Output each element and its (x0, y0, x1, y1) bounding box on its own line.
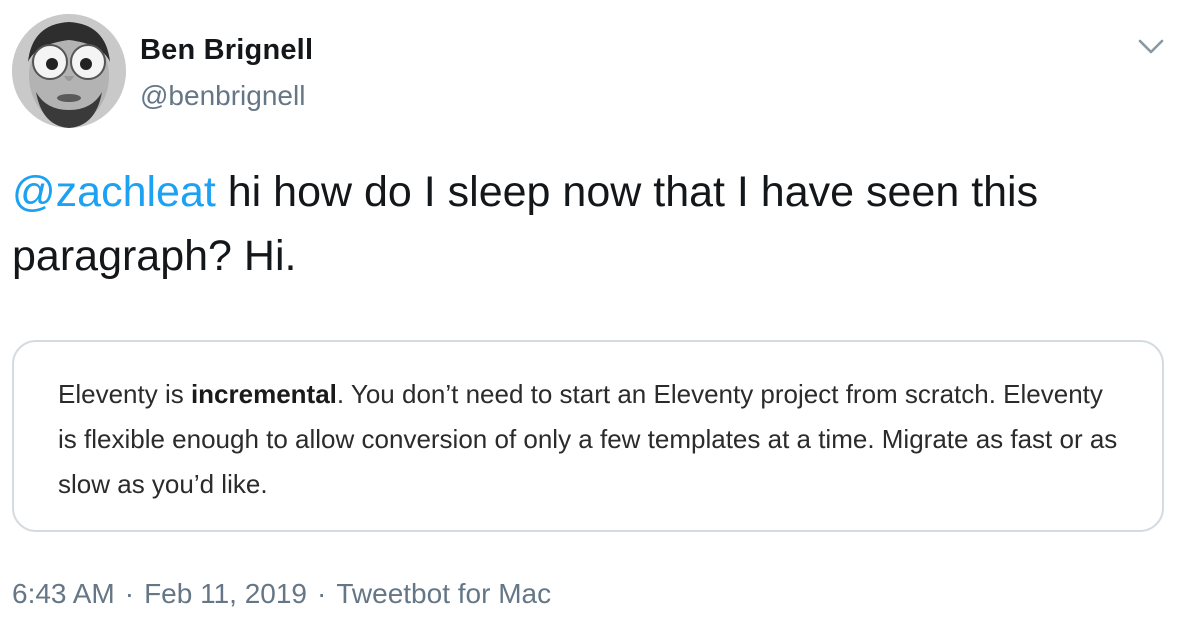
tweet-time[interactable]: 6:43 AM (12, 578, 115, 609)
meta-separator: · (124, 578, 135, 609)
quote-text-start: Eleventy is (58, 379, 191, 409)
tweet-source[interactable]: Tweetbot for Mac (336, 578, 551, 609)
quote-bold-text: incremental (190, 379, 337, 409)
author-name[interactable]: Ben Brignell (140, 34, 313, 67)
tweet-card: Ben Brignell @benbrignell @zachleat hi h… (0, 0, 1186, 644)
chevron-down-icon[interactable] (1136, 34, 1166, 60)
author-handle[interactable]: @benbrignell (140, 80, 305, 112)
mention-link[interactable]: @zachleat (12, 168, 216, 216)
tweet-meta: 6:43 AM · Feb 11, 2019 · Tweetbot for Mac (12, 578, 551, 610)
avatar[interactable] (12, 14, 126, 128)
tweet-date[interactable]: Feb 11, 2019 (144, 578, 307, 609)
avatar-image (12, 14, 126, 128)
quote-card: Eleventy is incremental. You don’t need … (12, 340, 1164, 532)
meta-separator-2: · (317, 578, 327, 609)
tweet-text: @zachleat hi how do I sleep now that I h… (12, 160, 1172, 288)
